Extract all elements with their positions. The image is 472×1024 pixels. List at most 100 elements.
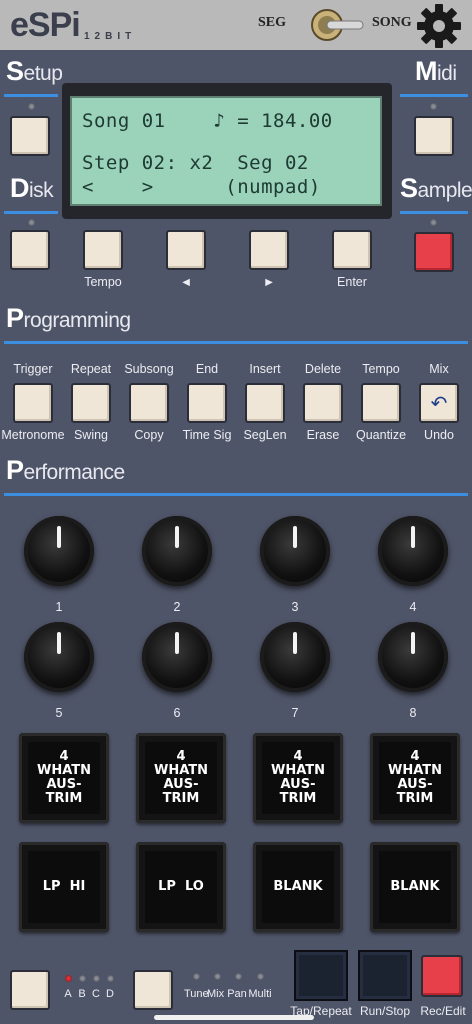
mix-label: Mix — [429, 362, 449, 376]
bank-c-led — [93, 975, 100, 982]
pad-8[interactable]: BLANK — [370, 842, 460, 932]
swing-label: Swing — [73, 428, 109, 442]
erase-label: Erase — [306, 428, 340, 442]
delete-button[interactable] — [303, 383, 343, 423]
sample-rule — [400, 211, 468, 214]
knob-2[interactable] — [142, 516, 212, 586]
trigger-button[interactable] — [13, 383, 53, 423]
left-button[interactable] — [166, 230, 206, 270]
insert-button[interactable] — [245, 383, 285, 423]
app-logo: eSPi — [10, 6, 81, 44]
sample-heading: Sample — [400, 173, 472, 203]
sample-button[interactable] — [414, 232, 454, 272]
tap-repeat-button[interactable] — [294, 950, 348, 1001]
setup-rule — [4, 94, 58, 97]
knob-8-label: 8 — [409, 706, 417, 720]
programming-heading: Programming — [6, 303, 131, 333]
tempo-prog-button[interactable] — [361, 383, 401, 423]
performance-heading: Performance — [6, 455, 125, 485]
end-button[interactable] — [187, 383, 227, 423]
tune-label: Tune — [184, 988, 209, 1000]
right-button[interactable] — [249, 230, 289, 270]
disk-button[interactable] — [10, 230, 50, 270]
knob-4-label: 4 — [409, 600, 417, 614]
home-indicator[interactable] — [154, 1015, 314, 1020]
bank-b-label: B — [78, 988, 86, 1000]
seg-song-toggle-switch[interactable] — [310, 8, 364, 42]
pad-7[interactable]: BLANK — [253, 842, 343, 932]
lcd-line-3: < > (numpad) — [82, 176, 321, 198]
knob-3-label: 3 — [291, 600, 299, 614]
pad-2[interactable]: 4 WHATN AUS- TRIM — [136, 733, 226, 823]
left-button-label: ◄ — [179, 275, 193, 289]
enter-button[interactable] — [332, 230, 372, 270]
knob-5[interactable] — [24, 622, 94, 692]
end-label: End — [195, 362, 219, 376]
rec-edit-label: Rec/Edit — [420, 1004, 466, 1018]
gear-icon[interactable] — [414, 1, 464, 51]
repeat-label: Repeat — [70, 362, 112, 376]
pan-led — [235, 973, 242, 980]
multi-led — [257, 973, 264, 980]
mode-button[interactable] — [133, 970, 173, 1010]
bank-c-label: C — [92, 988, 100, 1000]
tempo-button-label: Tempo — [84, 275, 122, 289]
pad-6[interactable]: LP LO — [136, 842, 226, 932]
mix-led — [214, 973, 221, 980]
mix-undo-button[interactable]: ↶ — [419, 383, 459, 423]
insert-label: Insert — [249, 362, 281, 376]
enter-button-label: Enter — [337, 275, 367, 289]
knob-3[interactable] — [260, 516, 330, 586]
setup-heading: Setup — [6, 56, 63, 86]
disk-rule — [4, 211, 58, 214]
pad-4[interactable]: 4 WHATN AUS- TRIM — [370, 733, 460, 823]
repeat-button[interactable] — [71, 383, 111, 423]
rec-edit-button[interactable] — [421, 955, 463, 997]
right-button-label: ► — [262, 275, 276, 289]
bank-a-label: A — [64, 988, 72, 1000]
tempo-button[interactable] — [83, 230, 123, 270]
seglen-label: SegLen — [243, 428, 287, 442]
app-subtitle: 12BIT — [84, 31, 137, 42]
knob-6-label: 6 — [173, 706, 181, 720]
knob-7-label: 7 — [291, 706, 299, 720]
bank-button[interactable] — [10, 970, 50, 1010]
tune-led — [193, 973, 200, 980]
knob-2-label: 2 — [173, 600, 181, 614]
subsong-button[interactable] — [129, 383, 169, 423]
pad-1[interactable]: 4 WHATN AUS- TRIM — [19, 733, 109, 823]
run-stop-label: Run/Stop — [359, 1004, 411, 1018]
trigger-label: Trigger — [13, 362, 53, 376]
bank-b-led — [79, 975, 86, 982]
undo-icon: ↶ — [430, 392, 448, 415]
lcd-line-1: Song 01 ♪ = 184.00 — [82, 110, 333, 132]
midi-button[interactable] — [414, 116, 454, 156]
knob-4[interactable] — [378, 516, 448, 586]
knob-1[interactable] — [24, 516, 94, 586]
bank-a-led — [65, 975, 72, 982]
knob-6[interactable] — [142, 622, 212, 692]
mix-mode-label: Mix — [207, 988, 225, 1000]
lcd-line-2: Step 02: x2 Seg 02 — [82, 152, 309, 174]
midi-rule — [400, 94, 468, 97]
bank-d-label: D — [106, 988, 114, 1000]
copy-label: Copy — [134, 428, 164, 442]
lcd-display: Song 01 ♪ = 184.00 Step 02: x2 Seg 02 < … — [70, 96, 382, 206]
pad-5[interactable]: LP HI — [19, 842, 109, 932]
setup-button[interactable] — [10, 116, 50, 156]
seg-label: SEG — [258, 15, 287, 30]
pad-3[interactable]: 4 WHATN AUS- TRIM — [253, 733, 343, 823]
disk-led — [28, 219, 35, 226]
run-stop-button[interactable] — [358, 950, 412, 1001]
midi-heading: Midi — [415, 56, 457, 86]
multi-label: Multi — [248, 988, 272, 1000]
programming-rule — [4, 341, 468, 344]
sample-led — [430, 219, 437, 226]
knob-7[interactable] — [260, 622, 330, 692]
setup-led — [28, 103, 35, 110]
subsong-label: Subsong — [124, 362, 174, 376]
delete-label: Delete — [304, 362, 342, 376]
pan-label: Pan — [227, 988, 247, 1000]
midi-led — [430, 103, 437, 110]
knob-8[interactable] — [378, 622, 448, 692]
